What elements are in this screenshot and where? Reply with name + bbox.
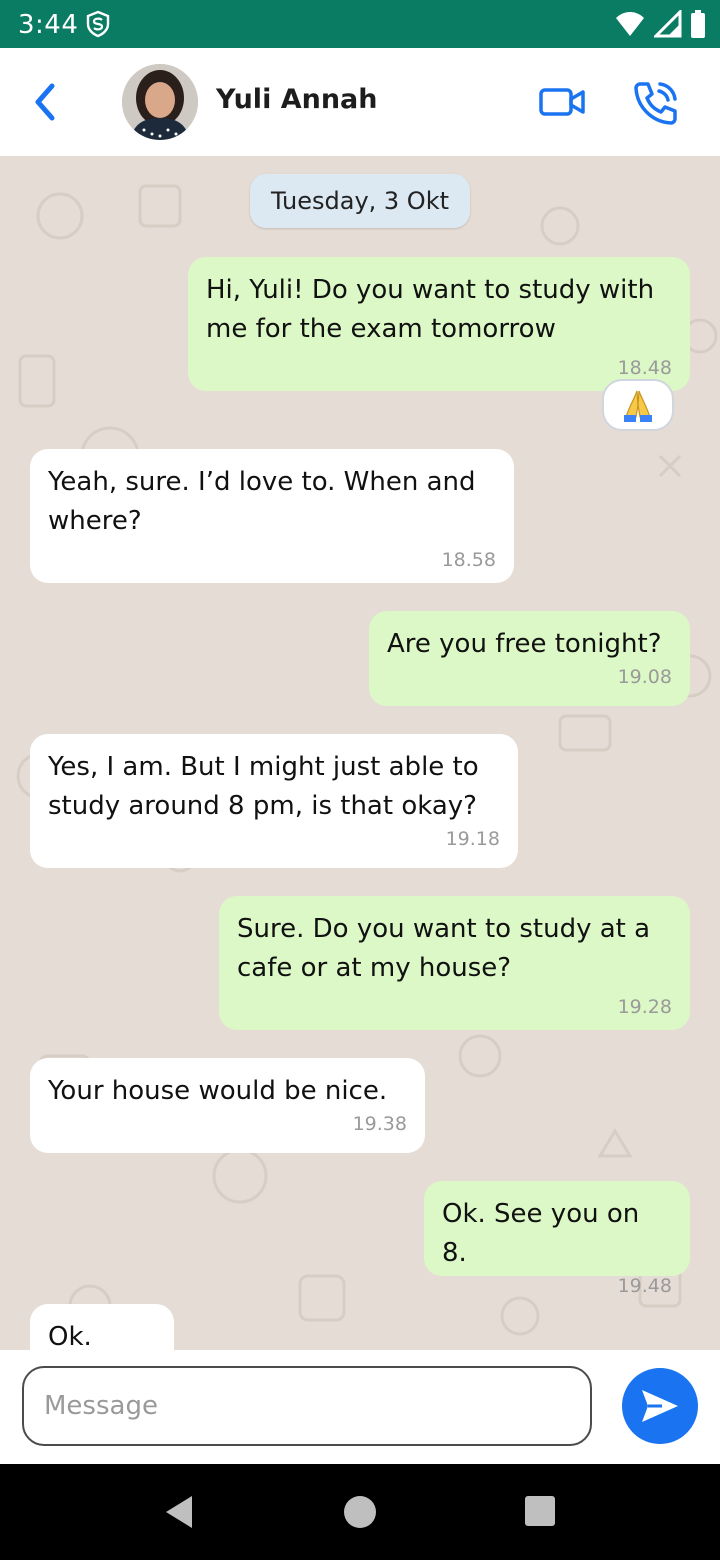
- contact-name[interactable]: Yuli Annah: [216, 84, 378, 115]
- video-camera-icon[interactable]: [536, 80, 588, 124]
- message-text: Sure. Do you want to study at a cafe or …: [237, 914, 651, 983]
- message-input[interactable]: [22, 1366, 592, 1446]
- chat-header: Yuli Annah: [0, 48, 720, 156]
- message-text: Hi, Yuli! Do you want to study with me f…: [206, 275, 655, 344]
- phone-call-icon[interactable]: [630, 76, 682, 128]
- message-text: Yes, I am. But I might just able to stud…: [48, 752, 479, 821]
- message-text: Ok.: [48, 1322, 92, 1350]
- square-recents-icon[interactable]: [525, 1496, 555, 1526]
- send-arrow-icon: [642, 1390, 678, 1422]
- send-button[interactable]: [622, 1368, 698, 1444]
- system-nav-bar: [0, 1464, 720, 1560]
- message-time: 19.08: [617, 666, 672, 688]
- triangle-back-icon[interactable]: [160, 1492, 200, 1532]
- composer: [0, 1350, 720, 1464]
- wifi-icon: [616, 12, 644, 36]
- message-bubble-incoming[interactable]: Your house would be nice. 19.38: [30, 1058, 425, 1153]
- message-time: 19.48: [617, 1275, 672, 1297]
- message-bubble-incoming[interactable]: Ok.: [30, 1304, 174, 1350]
- message-time: 19.18: [445, 828, 500, 850]
- chevron-left-icon[interactable]: [26, 78, 66, 126]
- message-bubble-outgoing[interactable]: Are you free tonight? 19.08: [369, 611, 690, 706]
- message-time: 19.38: [352, 1113, 407, 1135]
- message-time: 18.48: [617, 357, 672, 379]
- avatar-photo: [122, 64, 198, 140]
- status-time: 3:44: [18, 10, 79, 40]
- message-bubble-outgoing[interactable]: Hi, Yuli! Do you want to study with me f…: [188, 257, 690, 391]
- folded-hands-icon: [624, 390, 652, 422]
- message-text: Are you free tonight?: [387, 629, 662, 659]
- reaction-badge[interactable]: [602, 379, 674, 431]
- avatar[interactable]: [122, 64, 198, 140]
- status-icons: [614, 10, 706, 38]
- message-text: Yeah, sure. I’d love to. When and where?: [48, 467, 476, 536]
- shield-s-icon: [86, 10, 110, 38]
- date-chip: Tuesday, 3 Okt: [250, 174, 470, 228]
- chat-area[interactable]: Tuesday, 3 Okt Hi, Yuli! Do you want to …: [0, 156, 720, 1350]
- message-bubble-outgoing[interactable]: Ok. See you on 8. 19.48: [424, 1181, 690, 1297]
- message-text: Your house would be nice.: [48, 1076, 388, 1106]
- battery-icon: [691, 10, 705, 38]
- message-bubble-outgoing[interactable]: Sure. Do you want to study at a cafe or …: [219, 896, 690, 1030]
- message-time: 19.28: [617, 996, 672, 1018]
- circle-home-icon[interactable]: [344, 1496, 376, 1528]
- signal-icon: [654, 10, 682, 38]
- message-text: Ok. See you on 8.: [442, 1199, 640, 1268]
- message-bubble-incoming[interactable]: Yeah, sure. I’d love to. When and where?…: [30, 449, 514, 583]
- message-bubble-incoming[interactable]: Yes, I am. But I might just able to stud…: [30, 734, 518, 868]
- status-bar: 3:44: [0, 0, 720, 48]
- message-time: 18.58: [441, 549, 496, 571]
